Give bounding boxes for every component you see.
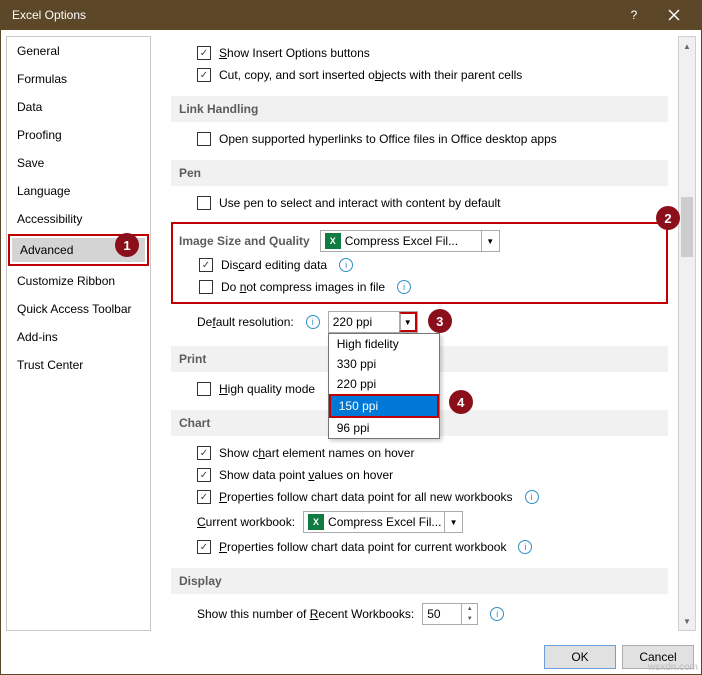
chevron-down-icon: ▼ — [399, 312, 417, 332]
nav-customize-ribbon[interactable]: Customize Ribbon — [7, 267, 150, 295]
chevron-down-icon: ▼ — [444, 512, 462, 532]
cb-chart-values[interactable] — [197, 468, 211, 482]
cb-chart-names[interactable] — [197, 446, 211, 460]
excel-icon: X — [308, 514, 324, 530]
scroll-up-icon[interactable]: ▲ — [679, 37, 695, 55]
info-icon[interactable]: i — [518, 540, 532, 554]
scrollbar[interactable]: ▲ ▼ — [678, 36, 696, 631]
cb-discard[interactable] — [199, 258, 213, 272]
lbl-discard: Discard editing data — [221, 258, 327, 272]
lbl-show-insert: Show Insert Options buttons — [219, 46, 370, 60]
chevron-down-icon: ▼ — [481, 231, 499, 251]
nav-proofing[interactable]: Proofing — [7, 121, 150, 149]
spin-recent[interactable]: ▲▼ — [422, 603, 478, 625]
section-pen: Pen — [171, 160, 668, 186]
annotation-badge-1: 1 — [115, 233, 139, 257]
lbl-chart-follow-new: Properties follow chart data point for a… — [219, 490, 513, 504]
content-pane: ▲ ▼ Show Insert Options buttons Cut, cop… — [161, 36, 696, 631]
help-icon[interactable]: ? — [614, 0, 654, 30]
ok-button[interactable]: OK — [544, 645, 616, 669]
nav-data[interactable]: Data — [7, 93, 150, 121]
info-icon[interactable]: i — [306, 315, 320, 329]
section-link-handling: Link Handling — [171, 96, 668, 122]
scroll-down-icon[interactable]: ▼ — [679, 612, 695, 630]
titlebar: Excel Options ? — [0, 0, 702, 30]
spin-up-icon: ▲ — [462, 604, 477, 614]
nav-trust[interactable]: Trust Center — [7, 351, 150, 379]
cb-cut-copy[interactable] — [197, 68, 211, 82]
nav-language[interactable]: Language — [7, 177, 150, 205]
cb-open-supported[interactable] — [197, 132, 211, 146]
lbl-chart-values: Show data point values on hover — [219, 468, 393, 482]
nav-formulas[interactable]: Formulas — [7, 65, 150, 93]
nav-general[interactable]: General — [7, 37, 150, 65]
cb-use-pen[interactable] — [197, 196, 211, 210]
cb-show-insert[interactable] — [197, 46, 211, 60]
lbl-open-supported: Open supported hyperlinks to Office file… — [219, 132, 557, 146]
opt-96[interactable]: 96 ppi — [329, 418, 439, 438]
resolution-menu: High fidelity 330 ppi 220 ppi 150 ppi 96… — [328, 333, 440, 439]
watermark: wsxdn.com — [648, 662, 698, 673]
dd-current-workbook[interactable]: X Compress Excel Fil... ▼ — [303, 511, 463, 533]
info-icon[interactable]: i — [397, 280, 411, 294]
opt-150[interactable]: 150 ppi — [331, 396, 437, 416]
cb-hq-print[interactable] — [197, 382, 211, 396]
opt-high-fidelity[interactable]: High fidelity — [329, 334, 439, 354]
info-icon[interactable]: i — [525, 490, 539, 504]
scroll-thumb[interactable] — [681, 197, 693, 257]
close-icon[interactable] — [654, 0, 694, 30]
lbl-current-workbook: Current workbook: — [197, 515, 295, 529]
section-image-size: Image Size and Quality — [179, 234, 310, 248]
lbl-use-pen: Use pen to select and interact with cont… — [219, 196, 501, 210]
lbl-recent: Show this number of Recent Workbooks: — [197, 607, 414, 621]
window-title: Excel Options — [12, 8, 614, 22]
annotation-badge-3: 3 — [428, 309, 452, 333]
nav-accessibility[interactable]: Accessibility — [7, 205, 150, 233]
dd-default-resolution[interactable]: 220 ppi ▼ — [328, 311, 418, 333]
nav-qat[interactable]: Quick Access Toolbar — [7, 295, 150, 323]
nav-addins[interactable]: Add-ins — [7, 323, 150, 351]
lbl-cut-copy: Cut, copy, and sort inserted objects wit… — [219, 68, 522, 82]
lbl-chart-names: Show chart element names on hover — [219, 446, 414, 460]
info-icon[interactable]: i — [339, 258, 353, 272]
nav-sidebar: General Formulas Data Proofing Save Lang… — [6, 36, 151, 631]
nav-save[interactable]: Save — [7, 149, 150, 177]
section-display: Display — [171, 568, 668, 594]
cb-chart-follow-new[interactable] — [197, 490, 211, 504]
lbl-hq-print: High quality mode — [219, 382, 315, 396]
cb-not-compress[interactable] — [199, 280, 213, 294]
annotation-badge-4: 4 — [449, 390, 473, 414]
annotation-badge-2: 2 — [656, 206, 680, 230]
excel-icon: X — [325, 233, 341, 249]
opt-220[interactable]: 220 ppi — [329, 374, 439, 394]
lbl-default-resolution: Default resolution: — [197, 315, 294, 329]
info-icon[interactable]: i — [490, 607, 504, 621]
lbl-not-compress: Do not compress images in file — [221, 280, 385, 294]
opt-330[interactable]: 330 ppi — [329, 354, 439, 374]
dd-image-workbook[interactable]: X Compress Excel Fil... ▼ — [320, 230, 500, 252]
cb-chart-follow-cur[interactable] — [197, 540, 211, 554]
spin-down-icon: ▼ — [462, 614, 477, 624]
lbl-chart-follow-cur: Properties follow chart data point for c… — [219, 540, 506, 554]
